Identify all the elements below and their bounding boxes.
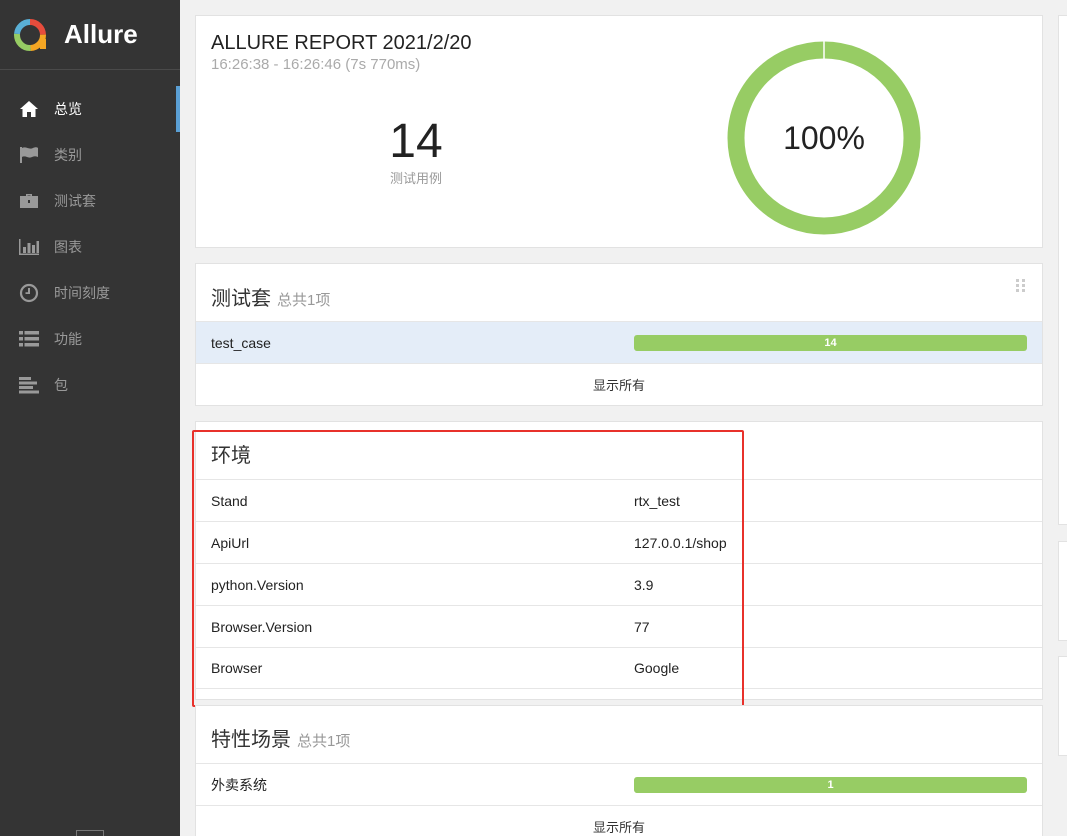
sidebar-item-label: 功能	[54, 331, 82, 347]
suites-title: 测试套 总共1项	[211, 282, 330, 311]
suites-count: 总共1项	[277, 292, 331, 309]
sidebar-item-overview[interactable]: 总览	[0, 86, 180, 132]
sidebar-item-label: 类别	[54, 147, 82, 163]
feature-status-bar: 1	[634, 776, 1027, 793]
env-key: Stand	[211, 492, 248, 509]
right-panel-edge	[1058, 541, 1067, 641]
suite-name: test_case	[211, 334, 271, 351]
features-title-text: 特性场景	[211, 729, 291, 751]
list-icon	[18, 329, 40, 349]
sidebar-item-suites[interactable]: 测试套	[0, 178, 180, 224]
env-key: Browser	[211, 660, 263, 676]
right-panel-edge	[1058, 15, 1067, 525]
env-value: 3.9	[634, 576, 654, 593]
suite-row[interactable]: test_case 14	[196, 321, 1042, 363]
sidebar-nav: 总览 类别 测试套 图表 时间刻度 功能 包	[0, 86, 180, 408]
features-count: 总共1项	[297, 733, 351, 750]
env-row: Stand rtx_test	[196, 479, 1042, 521]
environment-title: 环境	[211, 445, 251, 467]
features-title: 特性场景 总共1项	[211, 723, 350, 752]
env-row: Browser.Version 77	[196, 605, 1042, 647]
features-widget: 特性场景 总共1项 外卖系统 1 显示所有	[195, 705, 1043, 836]
sidebar-item-categories[interactable]: 类别	[0, 132, 180, 178]
env-row: Browser Google	[196, 647, 1042, 689]
report-title: ALLURE REPORT 2021/2/20	[211, 32, 472, 54]
sidebar: Allure 总览 类别 测试套 图表 时间刻度 功能 包	[0, 0, 180, 836]
env-value: 77	[634, 618, 650, 635]
env-value: 127.0.0.1/shop	[634, 534, 727, 551]
env-row: ApiUrl 127.0.0.1/shop	[196, 521, 1042, 563]
suites-widget: 测试套 总共1项 test_case 14 显示所有	[195, 263, 1043, 406]
sidebar-item-label: 时间刻度	[54, 285, 110, 301]
suite-status-bar: 14	[634, 334, 1027, 351]
align-left-icon	[18, 375, 40, 395]
right-panel-edge	[1058, 656, 1067, 756]
sidebar-item-label: 测试套	[54, 193, 96, 209]
sidebar-item-label: 包	[54, 377, 68, 393]
feature-row[interactable]: 外卖系统 1	[196, 763, 1042, 805]
suites-show-all-link[interactable]: 显示所有	[196, 363, 1042, 405]
summary-widget: ALLURE REPORT 2021/2/20 16:26:38 - 16:26…	[195, 15, 1043, 248]
total-test-label: 测试用例	[389, 171, 442, 186]
sidebar-item-label: 图表	[54, 239, 82, 255]
collapse-sidebar-button[interactable]	[76, 830, 104, 836]
briefcase-icon	[18, 191, 40, 211]
env-value: rtx_test	[634, 492, 680, 509]
brand-name: Allure	[64, 19, 138, 49]
env-value: Google	[634, 660, 680, 676]
sidebar-item-packages[interactable]: 包	[0, 362, 180, 408]
home-icon	[18, 99, 40, 119]
env-key: ApiUrl	[211, 534, 250, 551]
pass-rate-percent: 100%	[783, 119, 865, 156]
feature-name: 外卖系统	[211, 776, 267, 793]
drag-handle-icon[interactable]	[1016, 279, 1026, 293]
sidebar-item-graphs[interactable]: 图表	[0, 224, 180, 270]
environment-widget: 环境 Stand rtx_test ApiUrl 127.0.0.1/shop …	[195, 421, 1043, 700]
report-time: 16:26:38 - 16:26:46 (7s 770ms)	[211, 56, 421, 73]
sidebar-item-behaviors[interactable]: 功能	[0, 316, 180, 362]
features-show-all-link[interactable]: 显示所有	[196, 805, 1042, 836]
suites-title-text: 测试套	[211, 288, 271, 310]
allure-logo-icon	[14, 18, 46, 51]
flag-icon	[18, 145, 40, 165]
env-key: Browser.Version	[211, 618, 313, 635]
env-row: python.Version 3.9	[196, 563, 1042, 605]
sidebar-item-timeline[interactable]: 时间刻度	[0, 270, 180, 316]
bar-chart-icon	[18, 237, 40, 257]
env-key: python.Version	[211, 576, 304, 593]
brand[interactable]: Allure	[0, 0, 180, 70]
sidebar-item-label: 总览	[54, 101, 82, 117]
total-test-count: 14	[389, 115, 443, 168]
clock-icon	[18, 283, 40, 303]
